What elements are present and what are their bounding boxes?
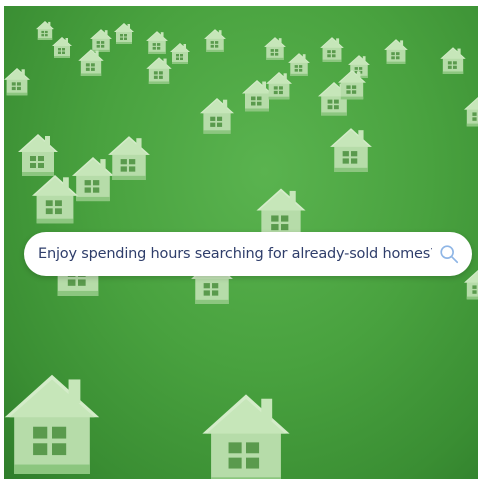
house-icon	[114, 23, 134, 44]
house-icon	[200, 98, 234, 134]
house-icon	[78, 49, 104, 76]
house-icon	[202, 394, 290, 479]
house-icon	[146, 57, 172, 84]
house-icon	[440, 47, 466, 74]
house-icon	[4, 374, 100, 474]
house-icon	[264, 37, 286, 60]
house-icon	[320, 37, 344, 62]
search-icon[interactable]	[438, 243, 460, 265]
house-icon	[464, 270, 478, 300]
house-icon	[266, 72, 292, 100]
house-icon	[108, 136, 150, 180]
house-icon	[242, 80, 272, 112]
house-icon	[32, 175, 78, 224]
house-icon	[72, 157, 114, 202]
house-icon	[18, 134, 58, 176]
search-bar[interactable]: Enjoy spending hours searching for alrea…	[24, 232, 472, 276]
house-icon	[288, 53, 310, 76]
house-icon	[384, 39, 408, 64]
house-icon	[146, 31, 168, 54]
house-icon	[204, 29, 226, 52]
house-icon	[170, 43, 190, 64]
house-icon	[4, 68, 30, 96]
house-icon	[52, 37, 72, 58]
house-icon	[330, 128, 372, 172]
house-icon	[36, 21, 54, 40]
house-icon	[90, 29, 112, 52]
hero-image: Enjoy spending hours searching for alrea…	[4, 6, 478, 479]
search-input-text[interactable]: Enjoy spending hours searching for alrea…	[38, 246, 432, 262]
house-icon	[464, 97, 478, 127]
